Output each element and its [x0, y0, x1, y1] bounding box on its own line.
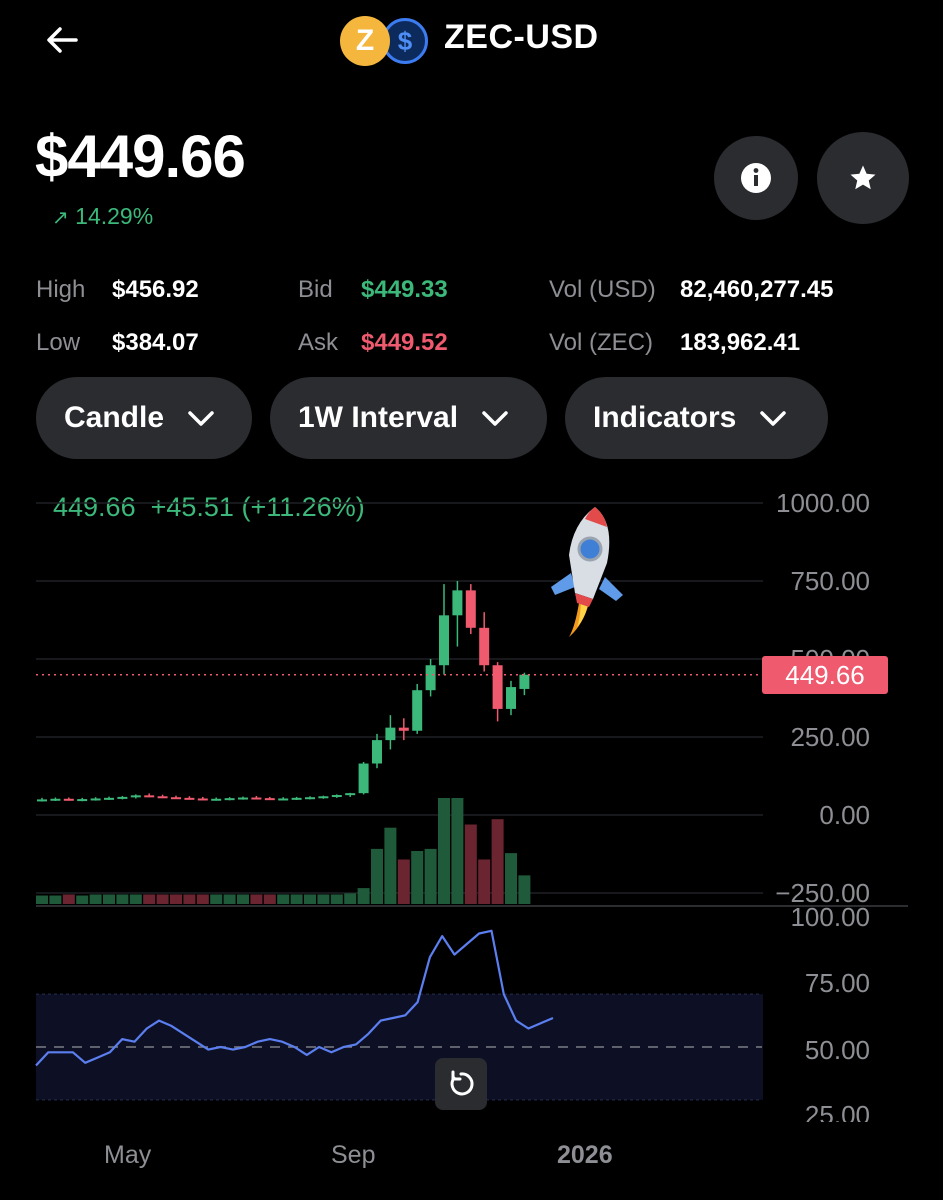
volume-bar [116, 894, 129, 904]
candle-body [398, 727, 409, 731]
candle-body [345, 793, 356, 796]
rsi-axis-label: 25.00 [804, 1100, 870, 1122]
volume-bar [223, 894, 236, 904]
candle-body [184, 797, 195, 800]
volume-bar [317, 894, 330, 904]
volume-bar [330, 894, 343, 904]
candle-body [157, 796, 168, 799]
volume-bar [438, 798, 450, 904]
volume-bar [464, 824, 477, 904]
volume-bar [491, 819, 504, 904]
volume-bar [505, 853, 517, 904]
volume-bar [424, 848, 437, 904]
candle-body [63, 798, 74, 801]
candle-body [506, 687, 516, 709]
volume-bar [49, 895, 62, 904]
candle-body [77, 799, 88, 802]
current-price-tag: 449.66 [762, 656, 888, 694]
volume-bar [89, 894, 102, 904]
volume-bar [183, 894, 196, 904]
candle-body [331, 795, 342, 798]
volume-bar [103, 894, 115, 904]
candle-body [90, 798, 101, 801]
volume-bar [478, 859, 491, 904]
candle-body [479, 627, 490, 666]
volume-bar [371, 848, 383, 904]
candle-body [37, 799, 47, 802]
volume-bar [518, 875, 531, 904]
candle-body [50, 798, 61, 801]
candle-body [171, 797, 181, 800]
rocket-emoji [545, 503, 627, 639]
candle-body [358, 763, 369, 794]
volume-bar [237, 894, 249, 904]
zcash-coin-icon: Z [340, 16, 390, 66]
candle-body [211, 798, 222, 801]
rsi-axis-label: 50.00 [804, 1035, 870, 1065]
candle-body [117, 796, 128, 799]
price-chart[interactable] [0, 0, 943, 1200]
volume-bar [36, 895, 48, 904]
volume-bar [170, 894, 182, 904]
volume-bar [129, 894, 142, 904]
candle-body [197, 798, 208, 801]
volume-bar [250, 894, 263, 904]
candle-body [144, 795, 155, 798]
rocket-icon [551, 507, 623, 637]
volume-bar [76, 895, 89, 904]
price-axis-label: 1000.00 [776, 488, 870, 518]
candle-body [264, 798, 275, 801]
candle-body [372, 740, 382, 764]
candle-body [492, 665, 503, 709]
candle-body [305, 797, 315, 800]
volume-bar [397, 859, 410, 904]
volume-bar [143, 894, 156, 904]
volume-bar [210, 894, 223, 904]
reset-chart-button[interactable] [435, 1058, 487, 1110]
volume-bar [451, 798, 464, 904]
volume-bar [357, 888, 370, 904]
candle-body [412, 690, 423, 731]
candle-body [130, 795, 141, 798]
rsi-axis-label: 100.00 [790, 902, 870, 932]
volume-bar [344, 893, 357, 904]
volume-bar [411, 851, 424, 904]
candle-body [318, 796, 329, 799]
volume-bar [263, 894, 276, 904]
candle-body [439, 615, 449, 666]
candle-body [251, 797, 262, 800]
price-axis-label: 750.00 [790, 566, 870, 596]
volume-bar [290, 894, 303, 904]
volume-bar [384, 827, 397, 904]
volume-bar [277, 894, 290, 904]
candle-body [425, 665, 436, 691]
price-axis-label: 0.00 [819, 800, 870, 830]
x-axis-label: May [104, 1141, 152, 1169]
candle-body [278, 798, 289, 801]
volume-bar [304, 894, 316, 904]
volume-bar [156, 894, 169, 904]
candle-body [238, 797, 248, 800]
candle-body [519, 674, 530, 689]
x-axis-label: Sep [331, 1141, 376, 1169]
candle-body [104, 797, 114, 800]
candle-body [465, 590, 476, 628]
candle-body [224, 798, 235, 801]
candle-body [452, 590, 463, 616]
candle-body [385, 727, 396, 741]
price-axis-label: 250.00 [790, 722, 870, 752]
candle-body [291, 797, 302, 800]
rsi-axis-label: 75.00 [804, 968, 870, 998]
reset-icon [450, 1070, 474, 1096]
volume-bar [196, 894, 209, 904]
volume-bar [62, 894, 75, 904]
x-axis-label: 2026 [557, 1141, 613, 1169]
